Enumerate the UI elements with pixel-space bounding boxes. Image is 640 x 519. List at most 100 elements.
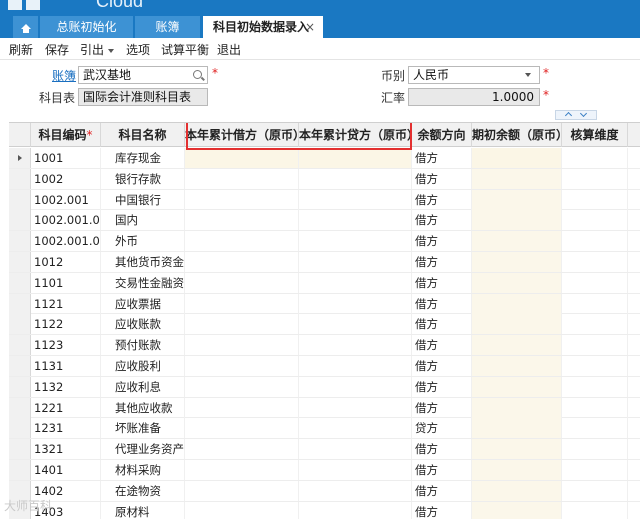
- cell-c4[interactable]: [299, 231, 412, 252]
- collapse-toggle[interactable]: [555, 109, 597, 120]
- cell-c7[interactable]: [562, 376, 628, 397]
- cell-name[interactable]: 应收股利: [101, 356, 185, 376]
- cell-c6[interactable]: [472, 460, 562, 480]
- cell-direction[interactable]: 借方: [412, 293, 472, 314]
- cell-c4[interactable]: [299, 252, 412, 272]
- cell-c3[interactable]: [185, 231, 299, 252]
- cell-direction[interactable]: 借方: [412, 501, 472, 519]
- row-header[interactable]: [9, 293, 31, 314]
- cell-c7[interactable]: [562, 252, 628, 272]
- table-row[interactable]: 1231 坏账准备 贷方: [9, 418, 640, 440]
- cell-code[interactable]: 1123: [31, 335, 101, 356]
- tab-account-init-entry[interactable]: 科目初始数据录入 ×: [203, 16, 323, 38]
- cell-name[interactable]: 外币: [101, 231, 185, 252]
- cell-c7[interactable]: [562, 356, 628, 376]
- cell-c4[interactable]: [299, 189, 412, 210]
- col-header-code[interactable]: 科目编码*: [31, 123, 101, 147]
- row-header[interactable]: [9, 376, 31, 397]
- cell-c3[interactable]: [185, 252, 299, 272]
- close-icon[interactable]: ×: [305, 16, 315, 38]
- row-header[interactable]: [9, 231, 31, 252]
- cell-code[interactable]: 1001: [31, 148, 101, 168]
- row-header[interactable]: [9, 418, 31, 439]
- cell-name[interactable]: 代理业务资产: [101, 439, 185, 460]
- cell-c7[interactable]: [562, 168, 628, 189]
- tab-home[interactable]: [13, 16, 38, 38]
- cell-c6[interactable]: [472, 418, 562, 439]
- cell-c3[interactable]: [185, 189, 299, 210]
- cell-c3[interactable]: [185, 210, 299, 231]
- cell-c7[interactable]: [562, 439, 628, 460]
- cell-c3[interactable]: [185, 501, 299, 519]
- cell-c7[interactable]: [562, 460, 628, 480]
- cell-c7[interactable]: [562, 397, 628, 418]
- cell-c4[interactable]: [299, 314, 412, 335]
- cell-c4[interactable]: [299, 397, 412, 418]
- cell-name[interactable]: 材料采购: [101, 460, 185, 480]
- table-row[interactable]: 1101交易性金融资产 借方: [9, 272, 640, 294]
- cell-c3[interactable]: [185, 356, 299, 376]
- row-header[interactable]: [9, 356, 31, 376]
- cell-c4[interactable]: [299, 293, 412, 314]
- cell-direction[interactable]: 借方: [412, 480, 472, 501]
- book-label[interactable]: 账簿: [52, 67, 76, 84]
- row-header[interactable]: [9, 397, 31, 418]
- cell-direction[interactable]: 借方: [412, 335, 472, 356]
- cell-c4[interactable]: [299, 335, 412, 356]
- cell-c6[interactable]: [472, 335, 562, 356]
- cell-direction[interactable]: 借方: [412, 210, 472, 231]
- cell-c7[interactable]: [562, 148, 628, 168]
- col-header-opening[interactable]: 期初余额（原币）: [472, 123, 562, 147]
- book-field[interactable]: 武汉基地: [78, 66, 208, 84]
- cell-name[interactable]: 交易性金融资产: [101, 272, 185, 293]
- cell-c3[interactable]: [185, 397, 299, 418]
- cell-c4[interactable]: [299, 439, 412, 460]
- cell-name[interactable]: 库存现金: [101, 148, 185, 168]
- cell-direction[interactable]: 借方: [412, 272, 472, 293]
- cell-c3[interactable]: [185, 480, 299, 501]
- cell-name[interactable]: 应收票据: [101, 293, 185, 314]
- cell-name[interactable]: 原材料: [101, 501, 185, 519]
- cell-c6[interactable]: [472, 148, 562, 168]
- cell-direction[interactable]: 借方: [412, 376, 472, 397]
- table-row[interactable]: 1132 应收利息 借方: [9, 376, 640, 398]
- cell-direction[interactable]: 借方: [412, 314, 472, 335]
- cell-direction[interactable]: 借方: [412, 460, 472, 480]
- row-header[interactable]: [9, 210, 31, 231]
- row-header[interactable]: [9, 168, 31, 189]
- cell-name[interactable]: 其他货币资金: [101, 252, 185, 272]
- row-header[interactable]: [9, 335, 31, 356]
- cell-c6[interactable]: [472, 314, 562, 335]
- cell-code[interactable]: 1002.001.01: [31, 210, 101, 231]
- cell-name[interactable]: 银行存款: [101, 168, 185, 189]
- table-row[interactable]: 1123 预付账款 借方: [9, 335, 640, 356]
- cell-code[interactable]: 1121: [31, 293, 101, 314]
- cell-c4[interactable]: [299, 210, 412, 231]
- export-button[interactable]: 引出: [80, 41, 115, 58]
- cell-c6[interactable]: [472, 397, 562, 418]
- row-header[interactable]: [9, 439, 31, 460]
- cell-c6[interactable]: [472, 272, 562, 293]
- exit-button[interactable]: 退出: [217, 41, 241, 58]
- cell-direction[interactable]: 借方: [412, 148, 472, 168]
- cell-c7[interactable]: [562, 314, 628, 335]
- cell-c6[interactable]: [472, 189, 562, 210]
- table-row[interactable]: 1402 在途物资 借方: [9, 480, 640, 502]
- table-row[interactable]: 1403 原材料 借方: [9, 501, 640, 519]
- cell-direction[interactable]: 借方: [412, 168, 472, 189]
- row-header[interactable]: [9, 189, 31, 210]
- cell-code[interactable]: 1221: [31, 397, 101, 418]
- cell-c6[interactable]: [472, 439, 562, 460]
- row-header[interactable]: [9, 272, 31, 293]
- cell-c4[interactable]: [299, 356, 412, 376]
- cell-c6[interactable]: [472, 210, 562, 231]
- cell-name[interactable]: 在途物资: [101, 480, 185, 501]
- cell-c7[interactable]: [562, 189, 628, 210]
- cell-code[interactable]: 1231: [31, 418, 101, 439]
- cell-code[interactable]: 1321: [31, 439, 101, 460]
- cell-code[interactable]: 1131: [31, 356, 101, 376]
- col-header-name[interactable]: 科目名称: [101, 123, 185, 147]
- cell-name[interactable]: 预付账款: [101, 335, 185, 356]
- cell-code[interactable]: 1002.001: [31, 189, 101, 210]
- cell-c3[interactable]: [185, 460, 299, 480]
